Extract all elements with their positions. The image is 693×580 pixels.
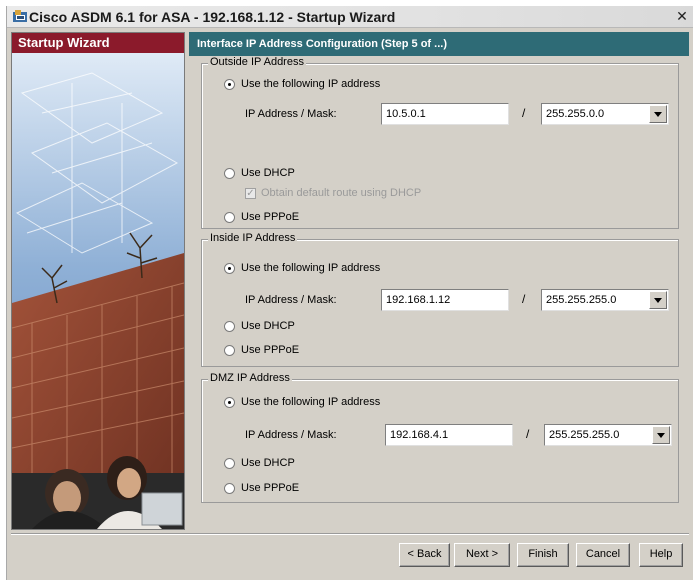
help-button[interactable]: Help: [639, 543, 683, 567]
radio-label: Use DHCP: [241, 457, 295, 469]
radio-icon: [224, 167, 235, 179]
radio-label: Use DHCP: [241, 167, 295, 179]
ip-mask-label: IP Address / Mask:: [245, 294, 337, 306]
dmz-ip-input[interactable]: 192.168.4.1: [385, 424, 513, 446]
select-value: 255.255.0.0: [546, 108, 605, 120]
radio-label: Use PPPoE: [241, 482, 300, 494]
step-header: Interface IP Address Configuration (Step…: [189, 32, 689, 56]
dmz-use-static-radio[interactable]: Use the following IP address: [224, 394, 380, 410]
title-bar[interactable]: Cisco ASDM 6.1 for ASA - 192.168.1.12 - …: [7, 6, 693, 28]
radio-icon: [224, 344, 235, 356]
radio-icon: [224, 482, 235, 494]
cancel-button[interactable]: Cancel: [576, 543, 630, 567]
next-button[interactable]: Next >: [454, 543, 510, 567]
startup-wizard-window: Cisco ASDM 6.1 for ASA - 192.168.1.12 - …: [6, 6, 693, 580]
cisco-asdm-app-icon: [13, 10, 27, 22]
checkbox-label: Obtain default route using DHCP: [261, 187, 422, 199]
chevron-down-icon[interactable]: [649, 291, 667, 309]
dmz-use-pppoe-radio[interactable]: Use PPPoE: [224, 480, 299, 496]
outside-use-dhcp-radio[interactable]: Use DHCP: [224, 165, 295, 181]
finish-button[interactable]: Finish: [517, 543, 569, 567]
ip-mask-label: IP Address / Mask:: [245, 429, 337, 441]
radio-label: Use PPPoE: [241, 211, 300, 223]
ip-mask-label: IP Address / Mask:: [245, 108, 337, 120]
radio-selected-icon: [224, 78, 235, 90]
outside-ip-group: Outside IP Address Use the following IP …: [201, 56, 679, 229]
inside-use-pppoe-radio[interactable]: Use PPPoE: [224, 342, 299, 358]
obtain-default-route-checkbox[interactable]: ✓ Obtain default route using DHCP: [245, 185, 421, 201]
outside-ip-input[interactable]: 10.5.0.1: [381, 103, 509, 125]
radio-label: Use the following IP address: [241, 262, 381, 274]
select-value: 255.255.255.0: [549, 429, 620, 441]
inside-use-dhcp-radio[interactable]: Use DHCP: [224, 318, 295, 334]
radio-label: Use the following IP address: [241, 78, 381, 90]
checkmark-icon: ✓: [245, 187, 256, 199]
group-title: DMZ IP Address: [208, 372, 292, 384]
side-panel-title: Startup Wizard: [12, 33, 184, 53]
dmz-use-dhcp-radio[interactable]: Use DHCP: [224, 455, 295, 471]
inside-use-static-radio[interactable]: Use the following IP address: [224, 260, 380, 276]
mask-separator: /: [526, 427, 530, 441]
mask-separator: /: [522, 106, 526, 120]
back-button[interactable]: < Back: [399, 543, 450, 567]
radio-selected-icon: [224, 262, 235, 274]
window-title: Cisco ASDM 6.1 for ASA - 192.168.1.12 - …: [29, 9, 396, 25]
select-value: 255.255.255.0: [546, 294, 617, 306]
outside-use-static-radio[interactable]: Use the following IP address: [224, 76, 380, 92]
inside-ip-input[interactable]: 192.168.1.12: [381, 289, 509, 311]
outside-use-pppoe-radio[interactable]: Use PPPoE: [224, 209, 299, 225]
dmz-ip-group: DMZ IP Address Use the following IP addr…: [201, 372, 679, 503]
chevron-down-icon[interactable]: [652, 426, 670, 444]
radio-label: Use PPPoE: [241, 344, 300, 356]
radio-label: Use the following IP address: [241, 396, 381, 408]
dmz-mask-select[interactable]: 255.255.255.0: [544, 424, 672, 446]
inside-mask-select[interactable]: 255.255.255.0: [541, 289, 669, 311]
radio-label: Use DHCP: [241, 320, 295, 332]
radio-icon: [224, 320, 235, 332]
group-title: Outside IP Address: [208, 56, 306, 68]
group-title: Inside IP Address: [208, 232, 298, 244]
close-icon[interactable]: ✕: [674, 8, 690, 24]
radio-icon: [224, 211, 235, 223]
radio-icon: [224, 457, 235, 469]
wizard-decorative-image: [12, 53, 184, 529]
footer-divider: [11, 533, 689, 535]
inside-ip-group: Inside IP Address Use the following IP a…: [201, 232, 679, 367]
wizard-side-panel: Startup Wizard: [11, 32, 185, 530]
chevron-down-icon[interactable]: [649, 105, 667, 123]
outside-mask-select[interactable]: 255.255.0.0: [541, 103, 669, 125]
radio-selected-icon: [224, 396, 235, 408]
mask-separator: /: [522, 292, 526, 306]
